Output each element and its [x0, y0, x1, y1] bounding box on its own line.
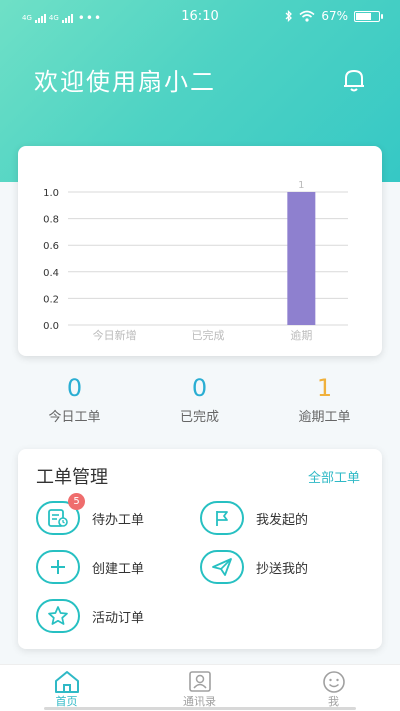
x-tick-label: 今日新增	[93, 328, 137, 342]
bar	[287, 192, 316, 325]
bluetooth-icon	[285, 10, 293, 22]
stat-value: 0	[191, 374, 208, 402]
plus-icon	[36, 550, 80, 584]
bar-chart: 0.0 0.2 0.4 0.6 0.8 1.0 今日新增 已完成 1 逾期	[43, 180, 348, 342]
status-right: 67%	[285, 9, 383, 23]
stat-label: 今日工单	[48, 410, 101, 425]
status-bar: 4G 4G ••• 16:10 67%	[0, 0, 400, 34]
chart-card: 0.0 0.2 0.4 0.6 0.8 1.0 今日新增 已完成 1 逾期	[18, 146, 382, 356]
all-orders-link[interactable]: 全部工单	[308, 467, 360, 486]
home-icon	[54, 671, 79, 693]
contacts-icon	[188, 671, 211, 692]
battery-percent: 67%	[321, 9, 348, 23]
tab-contacts[interactable]: 通讯录	[133, 669, 266, 709]
wifi-icon	[299, 10, 315, 22]
bell-icon[interactable]	[340, 66, 368, 94]
item-label: 抄送我的	[256, 561, 309, 577]
cc-to-me-button[interactable]: 抄送我的	[200, 550, 308, 584]
stat-value: 1	[316, 374, 333, 402]
y-tick-label: 0.8	[43, 215, 59, 226]
tab-me[interactable]: 我	[267, 669, 400, 709]
todo-count-badge: 5	[68, 493, 85, 510]
y-tick-label: 0.2	[43, 294, 59, 305]
y-tick-label: 0.4	[43, 268, 59, 279]
stats-row: 0 今日工单 0 已完成 1 逾期工单	[0, 372, 400, 432]
item-label: 我发起的	[256, 512, 309, 528]
flag-icon	[200, 501, 244, 535]
smiley-icon	[322, 671, 345, 693]
create-order-button[interactable]: 创建工单	[36, 550, 144, 584]
page-title: 欢迎使用扇小二	[34, 68, 216, 96]
item-label: 待办工单	[92, 512, 145, 528]
stat-overdue[interactable]: 1 逾期工单	[258, 372, 391, 425]
x-tick-label: 已完成	[192, 328, 225, 342]
item-label: 创建工单	[92, 561, 145, 577]
section-title: 工单管理	[36, 467, 108, 488]
y-tick-label: 0.6	[43, 241, 59, 252]
stat-value: 0	[66, 374, 83, 402]
y-tick-label: 1.0	[43, 188, 59, 199]
paper-plane-icon	[200, 550, 244, 584]
star-icon	[36, 599, 80, 633]
x-tick-label: 逾期	[290, 328, 312, 342]
home-indicator	[44, 707, 356, 710]
stat-label: 逾期工单	[298, 410, 351, 425]
stat-label: 已完成	[179, 410, 219, 425]
data-label: 1	[298, 180, 304, 191]
activity-orders-button[interactable]: 活动订单	[36, 599, 144, 633]
battery-icon	[354, 10, 383, 22]
initiated-orders-button[interactable]: 我发起的	[200, 501, 308, 535]
work-order-management: 工单管理 全部工单 5 待办工单 我发起的 创建工单 抄送我的 活动订单	[18, 449, 382, 649]
y-tick-label: 0.0	[43, 321, 59, 332]
stat-today[interactable]: 0 今日工单	[8, 372, 141, 425]
item-label: 活动订单	[92, 610, 145, 626]
todo-list-icon: 5	[36, 493, 85, 535]
tab-home[interactable]: 首页	[0, 669, 133, 709]
stat-completed[interactable]: 0 已完成	[133, 372, 266, 425]
todo-orders-button[interactable]: 5 待办工单	[36, 493, 145, 535]
bottom-tab-bar: 首页 通讯录 我	[0, 664, 400, 711]
